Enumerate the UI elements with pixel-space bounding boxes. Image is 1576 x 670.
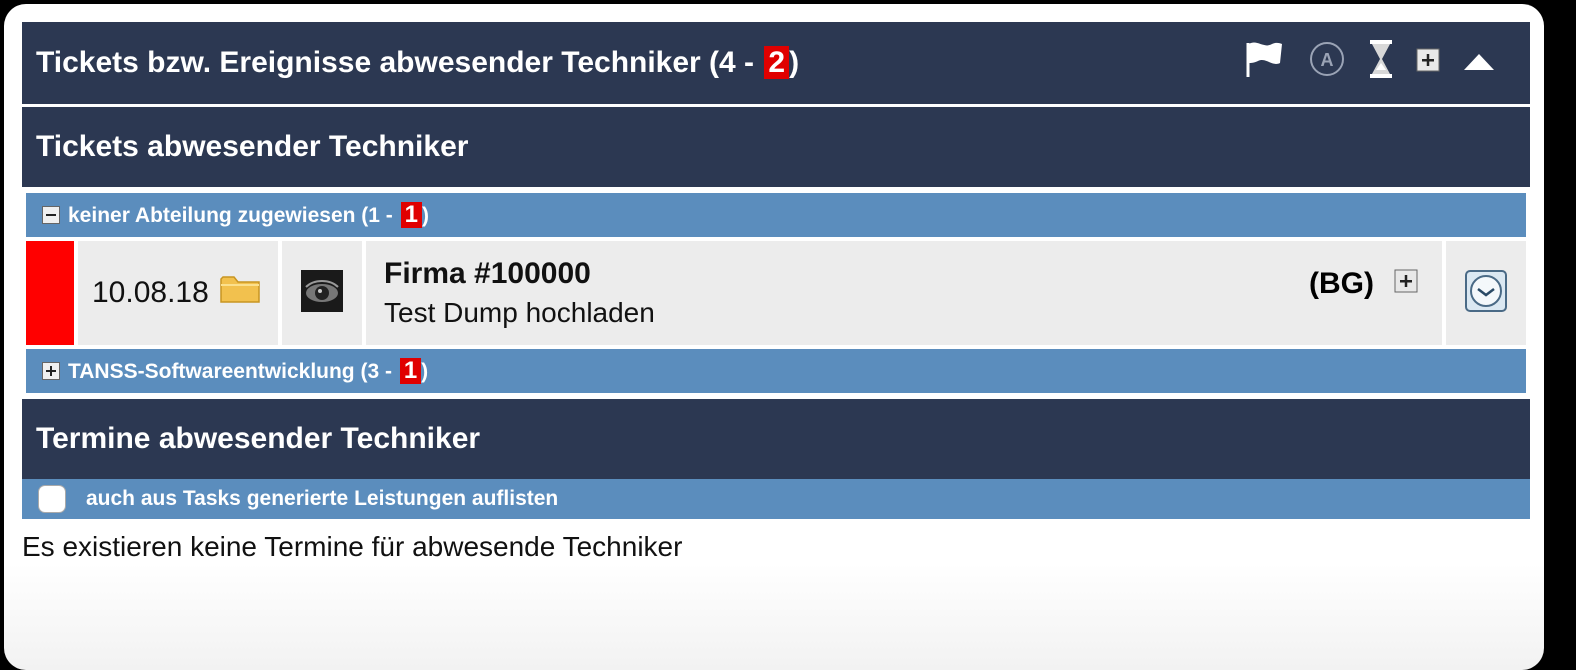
header-count-badge: 2	[764, 46, 790, 79]
collapse-up-icon[interactable]	[1462, 46, 1496, 80]
group-count-badge: 1	[399, 357, 422, 385]
group-header-no-department[interactable]: keiner Abteilung zugewiesen (1 - 1)	[26, 193, 1526, 237]
task-services-option: auch aus Tasks generierte Leistungen auf…	[22, 479, 1530, 519]
folder-icon[interactable]	[219, 273, 261, 313]
group-label: keiner Abteilung zugewiesen (1 - 1)	[68, 200, 429, 229]
a-circle-icon[interactable]: A	[1308, 40, 1346, 86]
appointments-section-title: Termine abwesender Techniker	[22, 399, 1530, 479]
panel-title: Tickets bzw. Ereignisse abwesender Techn…	[36, 46, 800, 79]
ticket-meta: (BG)	[1309, 267, 1418, 301]
collapse-minus-icon[interactable]	[42, 206, 60, 224]
task-services-label[interactable]: auch aus Tasks generierte Leistungen auf…	[86, 487, 558, 511]
empty-appointments-message: Es existieren keine Termine für abwesend…	[22, 531, 683, 562]
ticket-date-cell: 10.08.18	[78, 241, 278, 345]
header-toolbar: A	[1242, 22, 1496, 104]
country-code: (BG)	[1309, 267, 1374, 300]
view-cell	[282, 241, 362, 345]
ticket-main-cell[interactable]: Firma #100000 Test Dump hochladen (BG)	[366, 241, 1442, 345]
flag-icon[interactable]	[1242, 39, 1286, 87]
task-services-checkbox[interactable]	[38, 485, 66, 513]
clock-icon[interactable]	[1464, 269, 1508, 318]
hourglass-icon[interactable]	[1368, 39, 1394, 87]
ticket-description[interactable]: Test Dump hochladen	[384, 297, 655, 329]
expand-plus-icon[interactable]	[1416, 46, 1440, 80]
expand-plus-icon[interactable]	[1394, 267, 1418, 301]
group-label: TANSS-Softwareentwicklung (3 - 1)	[68, 356, 429, 385]
ticket-company[interactable]: Firma #100000	[384, 257, 591, 291]
tickets-section-title: Tickets abwesender Techniker	[22, 107, 1530, 187]
priority-indicator	[26, 241, 74, 345]
ticket-date: 10.08.18	[92, 276, 209, 309]
window-frame: Tickets bzw. Ereignisse abwesender Techn…	[4, 4, 1544, 670]
svg-text:A: A	[1321, 50, 1334, 70]
eye-icon[interactable]	[300, 269, 344, 318]
group-count-badge: 1	[400, 201, 422, 229]
ticket-row[interactable]: 10.08.18 Firma #100000 Test Dump hochlad…	[26, 241, 1526, 345]
panel-header: Tickets bzw. Ereignisse abwesender Techn…	[22, 22, 1530, 104]
expand-plus-icon[interactable]	[42, 362, 60, 380]
clock-cell	[1446, 241, 1526, 345]
absent-technicians-panel: Tickets bzw. Ereignisse abwesender Techn…	[22, 22, 1530, 563]
group-header-tanss[interactable]: TANSS-Softwareentwicklung (3 - 1)	[26, 349, 1526, 393]
